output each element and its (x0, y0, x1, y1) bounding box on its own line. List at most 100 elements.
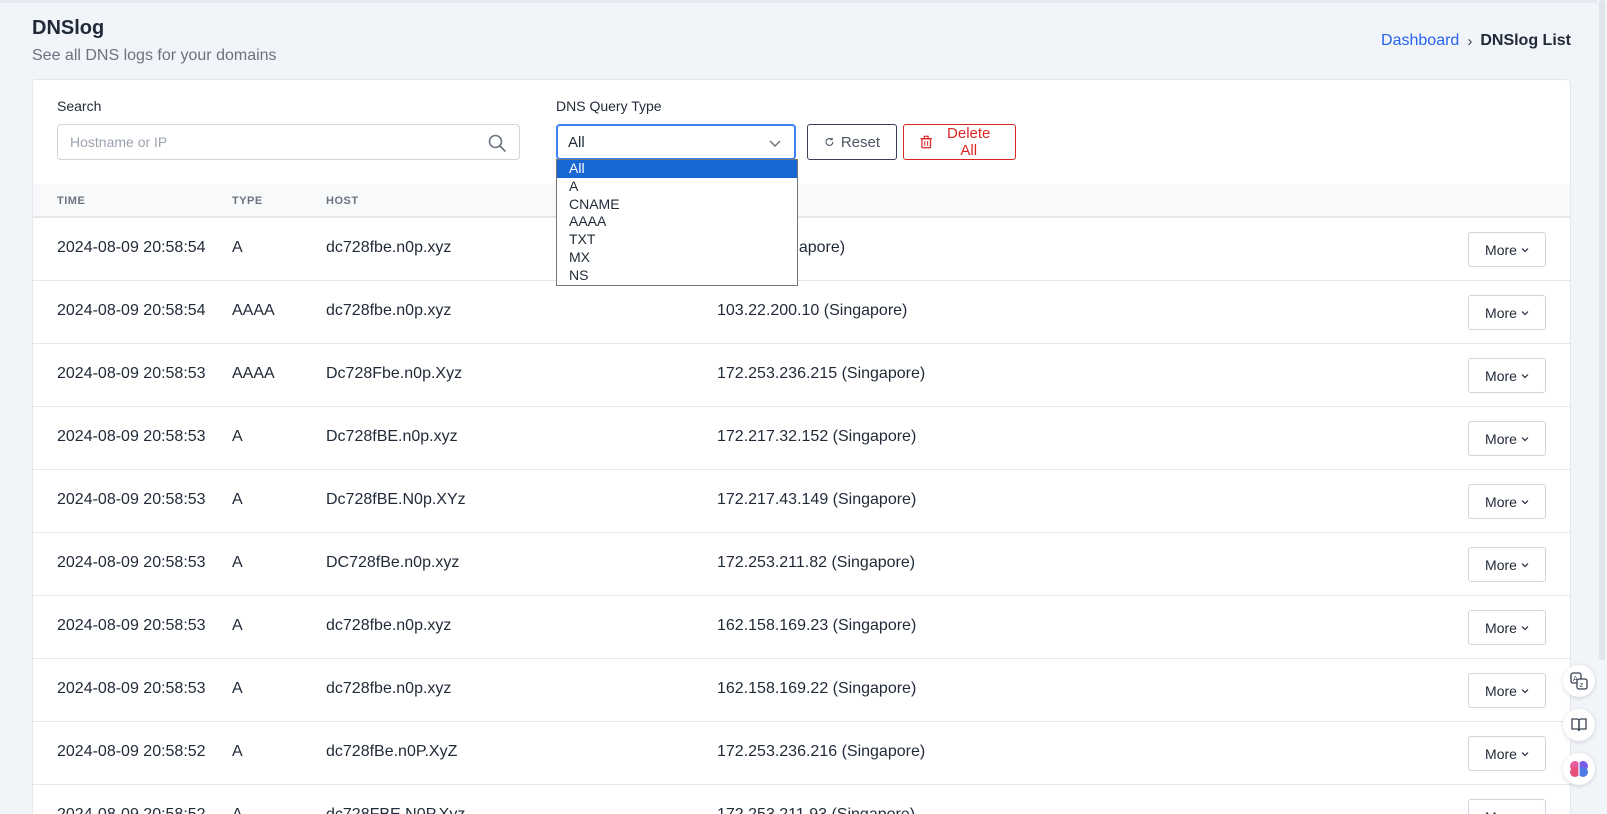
more-button[interactable]: More (1468, 421, 1546, 456)
more-button[interactable]: More (1468, 610, 1546, 645)
table-row: 2024-08-09 20:58:52 Adc728FBE.N0P.Xyz 172.… (33, 785, 1570, 814)
chevron-down-icon (1521, 625, 1529, 630)
table-row: 2024-08-09 20:58:53 Adc728fbe.n0p.xyz 162.… (33, 659, 1570, 722)
more-label: More (1485, 430, 1517, 447)
query-type-select[interactable]: All (556, 124, 796, 160)
more-label: More (1485, 745, 1517, 762)
cell-host: dc728fbe.n0p.xyz (326, 302, 452, 319)
dropdown-option[interactable]: A (557, 178, 797, 196)
more-button[interactable]: More (1468, 232, 1546, 267)
chevron-down-icon (1521, 688, 1529, 693)
more-label: More (1485, 241, 1517, 258)
cell-time: 2024-08-09 20:58:52 (57, 806, 206, 814)
cell-time: 2024-08-09 20:58:53 (57, 365, 206, 382)
translate-icon: A z (1570, 672, 1588, 690)
dnslog-table: TIME TYPE HOST 2024-08-09 20:58:54 Adc728… (33, 184, 1570, 814)
cell-host: DC728fBe.n0p.xyz (326, 554, 460, 571)
cell-type: A (232, 617, 243, 634)
chevron-down-icon (1521, 310, 1529, 315)
table-row: 2024-08-09 20:58:54Adc728fbe.n0p.xyz45.1… (33, 218, 1570, 281)
page-subtitle: See all DNS logs for your domains (32, 47, 277, 64)
reader-tool[interactable] (1563, 709, 1595, 741)
search-group: Search (57, 98, 520, 160)
table-body: 2024-08-09 20:58:54Adc728fbe.n0p.xyz45.1… (33, 218, 1570, 814)
dropdown-option[interactable]: All (557, 160, 797, 178)
breadcrumb: Dashboard › DNSlog List (1381, 32, 1571, 50)
chevron-down-icon (1521, 751, 1529, 756)
reset-button[interactable]: Reset (807, 124, 897, 160)
search-input[interactable] (58, 125, 519, 159)
dropdown-options: All A CNAME AAAA TXT MX NS (557, 160, 797, 285)
svg-text:A: A (1573, 675, 1578, 683)
page-scrollbar[interactable] (1597, 0, 1607, 814)
table-row: 2024-08-09 20:58:53 AAAA Dc728Fbe.n0p.Xyz 1… (33, 344, 1570, 407)
scrollbar-thumb[interactable] (1599, 0, 1605, 660)
top-border (0, 0, 1607, 3)
table-row: 2024-08-09 20:58:53 Adc728fbe.n0p.xyz 162.… (33, 596, 1570, 659)
more-label: More (1485, 304, 1517, 321)
cell-host: dc728fbe.n0p.xyz (326, 680, 452, 697)
column-host: HOST (326, 195, 359, 207)
table-row: 2024-08-09 20:58:53 A Dc728fBE.N0p.XYz 172.… (33, 470, 1570, 533)
translate-tool[interactable]: A z (1563, 665, 1595, 697)
chevron-down-icon (769, 140, 781, 148)
more-button[interactable]: More (1468, 295, 1546, 330)
table-row: 2024-08-09 20:58:52 Adc728fBe.n0P.XyZ 172.… (33, 722, 1570, 785)
more-button[interactable]: More (1468, 358, 1546, 393)
cell-address: 172.217.32.152 (Singapore) (717, 428, 917, 445)
page-header: DNSlog See all DNS logs for your domains… (32, 16, 1571, 72)
cell-time: 2024-08-09 20:58:54 (57, 239, 206, 256)
page-title: DNSlog (32, 17, 105, 39)
search-icon[interactable] (487, 133, 507, 153)
side-toolbar: A z (1563, 665, 1597, 797)
cell-type: A (232, 239, 243, 256)
more-button[interactable]: More (1468, 547, 1546, 582)
svg-text:z: z (1580, 681, 1584, 689)
chevron-down-icon (1521, 436, 1529, 441)
more-label: More (1485, 493, 1517, 510)
cell-type: A (232, 428, 243, 445)
refresh-icon (825, 137, 834, 146)
more-button[interactable]: More (1468, 484, 1546, 519)
cell-type: A (232, 554, 243, 571)
table-row: 2024-08-09 20:58:53 A Dc728fBE.n0p.xyz 172.… (33, 407, 1570, 470)
cell-type: A (232, 743, 243, 760)
more-label: More (1485, 809, 1517, 814)
chevron-down-icon (1521, 562, 1529, 567)
more-button[interactable]: More (1468, 673, 1546, 708)
dropdown-option[interactable]: NS (557, 267, 797, 285)
cell-time: 2024-08-09 20:58:53 (57, 428, 206, 445)
cell-host: dc728FBE.N0P.Xyz (326, 806, 465, 814)
dropdown-option[interactable]: AAAA (557, 213, 797, 231)
chevron-down-icon (1521, 499, 1529, 504)
dropdown-option[interactable]: TXT (557, 231, 797, 249)
brain-icon (1570, 761, 1588, 777)
cell-host: Dc728fBE.N0p.XYz (326, 491, 466, 508)
cell-address: 172.253.211.82 (Singapore) (717, 554, 916, 571)
cell-host: dc728fBe.n0P.XyZ (326, 743, 458, 760)
more-button[interactable]: More (1468, 736, 1546, 771)
more-label: More (1485, 619, 1517, 636)
cell-time: 2024-08-09 20:58:53 (57, 617, 206, 634)
cell-address: 103.22.200.10 (Singapore) (717, 302, 908, 319)
column-time: TIME (57, 195, 86, 207)
chevron-down-icon (1521, 247, 1529, 252)
cell-host: dc728fbe.n0p.xyz (326, 239, 452, 256)
cell-type: AAAA (232, 302, 275, 319)
delete-all-button[interactable]: Delete All (903, 124, 1016, 160)
cell-address: 172.217.43.149 (Singapore) (717, 491, 917, 508)
cell-time: 2024-08-09 20:58:53 (57, 680, 206, 697)
breadcrumb-current: DNSlog List (1480, 32, 1571, 49)
query-type-selected-value: All (568, 133, 585, 151)
table-row: 2024-08-09 20:58:53 A DC728fBe.n0p.xyz 172.… (33, 533, 1570, 596)
column-type: TYPE (232, 195, 263, 207)
cell-type: A (232, 806, 243, 814)
breadcrumb-dashboard-link[interactable]: Dashboard (1381, 32, 1459, 50)
dropdown-option[interactable]: CNAME (557, 196, 797, 214)
more-button[interactable]: More (1468, 799, 1546, 814)
dropdown-option[interactable]: MX (557, 249, 797, 267)
cell-address: 172.253.236.216 (Singapore) (717, 743, 926, 760)
ai-tool[interactable] (1563, 753, 1595, 785)
cell-host: Dc728fBE.n0p.xyz (326, 428, 458, 445)
cell-time: 2024-08-09 20:58:53 (57, 554, 206, 571)
